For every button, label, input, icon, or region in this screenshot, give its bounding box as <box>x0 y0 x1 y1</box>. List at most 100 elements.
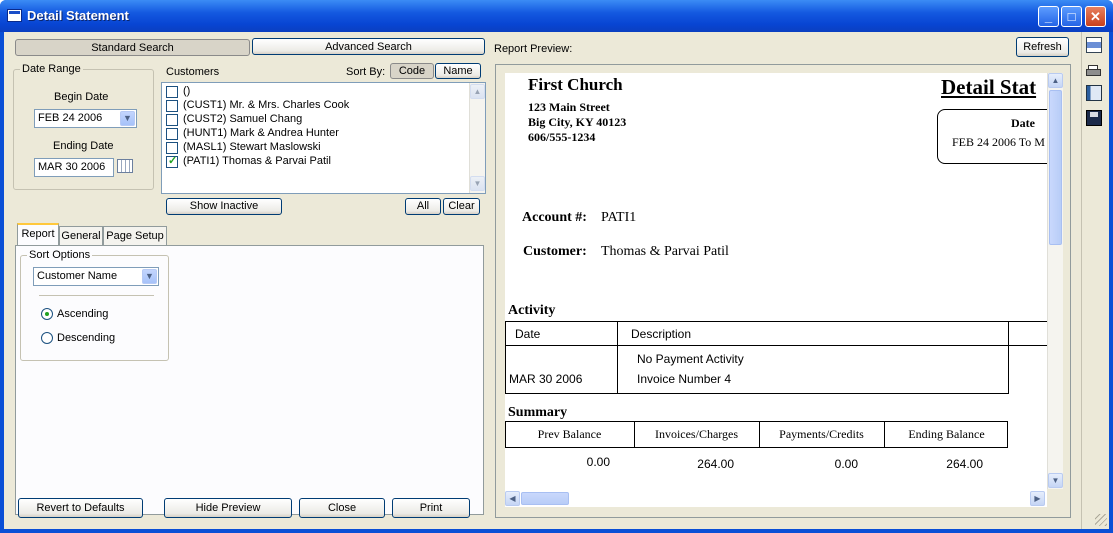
standard-search-button[interactable]: Standard Search <box>15 39 250 56</box>
report-page: First Church 123 Main Street Big City, K… <box>505 73 1047 507</box>
customer-checkbox[interactable] <box>166 100 178 112</box>
tab-report[interactable]: Report <box>17 223 59 245</box>
activity-row-2-description: Invoice Number 4 <box>637 372 732 386</box>
scroll-up-icon[interactable]: ▲ <box>1048 73 1063 88</box>
customer-checkbox[interactable] <box>166 128 178 140</box>
activity-row-2-date: MAR 30 2006 <box>509 372 583 386</box>
customer-label: Customer: <box>523 244 587 259</box>
table-line <box>505 321 506 394</box>
printer-body <box>1086 69 1101 76</box>
scroll-down-icon[interactable]: ▼ <box>470 176 485 191</box>
org-address-line1: 123 Main Street <box>528 100 610 114</box>
account-label: Account #: <box>522 210 587 225</box>
customer-checkbox[interactable] <box>166 86 178 98</box>
scroll-up-icon[interactable]: ▲ <box>470 84 485 99</box>
date-range-label: Date Range <box>20 63 83 75</box>
horizontal-scroll-thumb[interactable] <box>521 492 569 505</box>
customer-item-label: (PATI1) Thomas & Parvai Patil <box>183 155 331 167</box>
customers-scrollbar[interactable]: ▲ ▼ <box>469 83 485 193</box>
table-line <box>505 393 1008 394</box>
table-line <box>505 321 1047 322</box>
close-button[interactable]: Close <box>299 498 385 518</box>
refresh-button[interactable]: Refresh <box>1016 37 1069 57</box>
chevron-down-icon[interactable]: ▼ <box>142 269 157 284</box>
customer-checkbox[interactable] <box>166 142 178 154</box>
account-value: PATI1 <box>601 210 637 225</box>
chevron-down-icon[interactable]: ▼ <box>120 111 135 126</box>
report-preview-frame[interactable]: First Church 123 Main Street Big City, K… <box>495 64 1071 518</box>
show-inactive-button[interactable]: Show Inactive <box>166 198 282 215</box>
activity-heading: Activity <box>508 303 556 318</box>
ending-date-value: MAR 30 2006 <box>38 161 106 173</box>
customer-value: Thomas & Parvai Patil <box>601 244 729 259</box>
activity-col-date: Date <box>515 327 541 341</box>
summary-col-ending: Ending Balance <box>908 427 985 441</box>
select-all-button[interactable]: All <box>405 198 441 215</box>
checkmark-icon: ✓ <box>168 155 178 167</box>
advanced-search-button[interactable]: Advanced Search <box>252 38 485 55</box>
summary-ending-value: 264.00 <box>946 457 983 471</box>
close-window-button[interactable]: ✕ <box>1085 6 1106 27</box>
minimize-button[interactable]: _ <box>1038 6 1059 27</box>
activity-row-1-description: No Payment Activity <box>637 352 744 366</box>
summary-heading: Summary <box>508 405 568 420</box>
printer-setup-icon[interactable] <box>1086 37 1102 53</box>
customer-item-label: (CUST1) Mr. & Mrs. Charles Cook <box>183 99 350 111</box>
customer-item-label: (HUNT1) Mark & Andrea Hunter <box>183 127 339 139</box>
scroll-right-icon[interactable]: ▶ <box>1030 491 1045 506</box>
title-bar[interactable]: Detail Statement _ □ ✕ <box>0 0 1113 32</box>
save-icon[interactable] <box>1086 110 1102 126</box>
dialog-client-area: Standard Search Advanced Search Date Ran… <box>4 32 1109 529</box>
sort-options-label: Sort Options <box>27 249 93 261</box>
activity-col-description: Description <box>631 327 692 341</box>
scroll-left-icon[interactable]: ◀ <box>505 491 520 506</box>
scroll-down-icon[interactable]: ▼ <box>1048 473 1063 488</box>
org-address-line2: Big City, KY 40123 <box>528 115 627 129</box>
table-line <box>617 321 618 394</box>
summary-payments-value: 0.00 <box>834 457 858 471</box>
customer-checkbox[interactable]: ✓ <box>166 155 178 168</box>
revert-to-defaults-button[interactable]: Revert to Defaults <box>18 498 143 518</box>
sort-field-value: Customer Name <box>37 270 118 282</box>
descending-radio[interactable] <box>41 332 53 344</box>
report-title: Detail Stat <box>941 75 1037 99</box>
sort-code-button[interactable]: Code <box>390 63 434 79</box>
disk-label <box>1090 112 1098 117</box>
print-button[interactable]: Print <box>392 498 470 518</box>
customer-item-label: (CUST2) Samuel Chang <box>183 113 303 125</box>
calendar-icon[interactable] <box>117 159 133 173</box>
begin-date-dropdown[interactable]: FEB 24 2006 ▼ <box>34 109 137 128</box>
preview-vertical-scrollbar[interactable]: ▲ ▼ <box>1047 73 1063 489</box>
customer-item-label: () <box>183 85 191 97</box>
customer-checkbox[interactable] <box>166 114 178 126</box>
sort-field-dropdown[interactable]: Customer Name ▼ <box>33 267 159 286</box>
summary-col-payments: Payments/Credits <box>779 427 864 441</box>
resize-grip[interactable] <box>1095 514 1107 526</box>
summary-prev-value: 0.00 <box>586 455 610 469</box>
begin-date-label: Begin Date <box>54 91 109 103</box>
export-icon[interactable] <box>1086 85 1102 101</box>
divider <box>39 295 154 296</box>
maximize-button[interactable]: □ <box>1061 6 1082 27</box>
app-window: Detail Statement _ □ ✕ Standard Search A… <box>0 0 1113 533</box>
printer-icon[interactable] <box>1086 63 1102 79</box>
table-line <box>505 345 1047 346</box>
hide-preview-button[interactable]: Hide Preview <box>164 498 292 518</box>
radio-selected-dot <box>45 312 49 316</box>
sort-by-label: Sort By: <box>346 66 386 78</box>
tab-page-setup[interactable]: Page Setup <box>103 226 167 246</box>
tab-general[interactable]: General <box>59 226 103 246</box>
customers-list[interactable]: () (CUST1) Mr. & Mrs. Charles Cook (CUST2)… <box>161 82 486 194</box>
ascending-label[interactable]: Ascending <box>57 308 108 320</box>
ending-date-label: Ending Date <box>53 140 114 152</box>
date-box-range: FEB 24 2006 To M <box>952 135 1045 149</box>
sort-name-button[interactable]: Name <box>435 63 481 79</box>
ascending-radio[interactable] <box>41 308 53 320</box>
table-line <box>1008 321 1009 394</box>
vertical-scroll-thumb[interactable] <box>1049 90 1062 245</box>
ending-date-field[interactable]: MAR 30 2006 <box>34 158 114 177</box>
clear-button[interactable]: Clear <box>443 198 480 215</box>
summary-col-prev: Prev Balance <box>537 427 602 441</box>
descending-label[interactable]: Descending <box>57 332 115 344</box>
window-title: Detail Statement <box>27 8 129 23</box>
